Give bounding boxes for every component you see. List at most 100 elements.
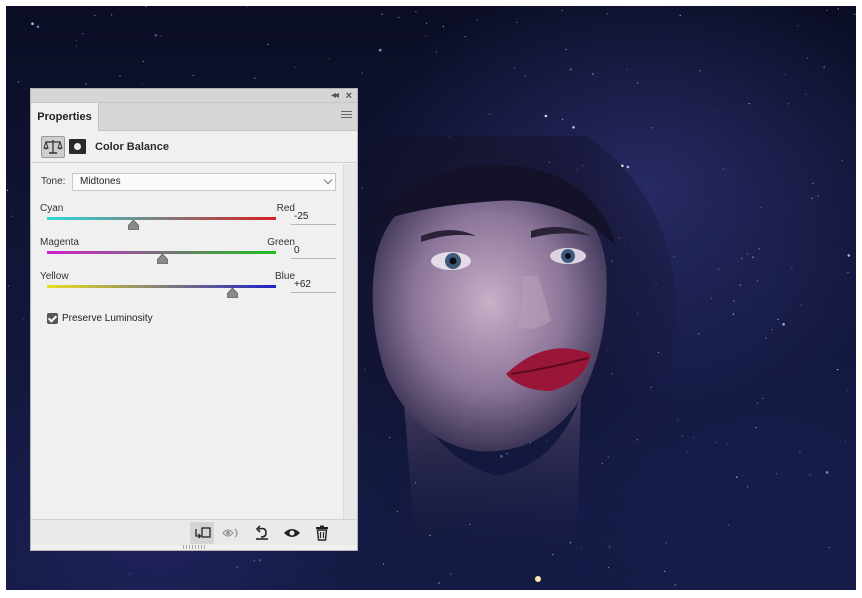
star bbox=[464, 36, 466, 38]
preserve-luminosity-checkbox[interactable] bbox=[47, 313, 58, 324]
slider-thumb[interactable] bbox=[127, 220, 139, 230]
balance-scale-icon[interactable] bbox=[41, 136, 65, 158]
star bbox=[192, 74, 194, 76]
star bbox=[755, 427, 757, 429]
star bbox=[800, 304, 803, 306]
toggle-visibility-icon[interactable] bbox=[280, 522, 304, 544]
star bbox=[847, 271, 849, 274]
star bbox=[699, 70, 701, 72]
star bbox=[844, 441, 847, 443]
star bbox=[775, 473, 778, 475]
slider-magenta-green: Magenta Green 0 bbox=[40, 237, 336, 269]
star bbox=[31, 22, 34, 26]
star bbox=[739, 284, 742, 286]
star bbox=[714, 111, 716, 113]
star bbox=[82, 33, 84, 35]
star bbox=[736, 476, 738, 478]
star bbox=[565, 48, 567, 51]
star bbox=[154, 33, 158, 37]
slider-cyan-red: Cyan Red -25 bbox=[40, 203, 336, 235]
star bbox=[267, 43, 269, 46]
slider-yellow-blue: Yellow Blue +62 bbox=[40, 271, 336, 303]
star bbox=[726, 444, 728, 446]
star bbox=[825, 471, 829, 474]
star bbox=[415, 10, 417, 13]
star bbox=[823, 66, 825, 68]
panel-tab-bar: Properties bbox=[31, 103, 357, 131]
star bbox=[513, 67, 516, 69]
star bbox=[398, 16, 400, 19]
slider-thumb[interactable] bbox=[156, 254, 168, 264]
star bbox=[748, 103, 750, 105]
star bbox=[756, 402, 758, 404]
star bbox=[606, 13, 608, 15]
star bbox=[160, 35, 162, 37]
slider-left-label: Cyan bbox=[40, 203, 64, 214]
star bbox=[837, 8, 839, 10]
panel-resize-grip[interactable] bbox=[183, 545, 205, 549]
slider-value-input[interactable]: -25 bbox=[291, 209, 336, 225]
star bbox=[111, 14, 113, 16]
adjustment-title: Color Balance bbox=[95, 141, 169, 153]
slider-track[interactable] bbox=[47, 217, 276, 220]
clip-to-layer-icon[interactable] bbox=[190, 522, 214, 544]
star bbox=[637, 82, 639, 84]
slider-left-label: Magenta bbox=[40, 237, 79, 248]
hamburger-menu-icon[interactable] bbox=[341, 111, 352, 121]
tab-properties[interactable]: Properties bbox=[31, 103, 99, 131]
reset-icon[interactable] bbox=[250, 522, 274, 544]
star bbox=[758, 248, 760, 250]
star bbox=[788, 103, 790, 105]
star bbox=[741, 258, 743, 260]
star bbox=[36, 25, 40, 29]
star bbox=[426, 22, 428, 24]
star bbox=[722, 168, 725, 170]
star bbox=[378, 48, 382, 52]
star bbox=[489, 113, 491, 115]
star bbox=[718, 268, 720, 270]
star bbox=[711, 297, 713, 299]
slider-left-label: Yellow bbox=[40, 271, 69, 282]
star bbox=[782, 323, 785, 326]
slider-track[interactable] bbox=[47, 285, 276, 288]
tone-row: Tone: Midtones bbox=[41, 173, 336, 191]
star bbox=[732, 313, 735, 315]
star bbox=[811, 197, 813, 199]
star bbox=[826, 9, 828, 12]
star bbox=[94, 14, 96, 16]
star bbox=[651, 127, 653, 129]
close-icon[interactable]: × bbox=[346, 90, 352, 102]
layer-mask-icon[interactable] bbox=[69, 139, 86, 154]
star bbox=[23, 319, 25, 321]
star bbox=[516, 21, 518, 23]
star bbox=[85, 83, 87, 85]
star bbox=[438, 582, 440, 584]
slider-thumb[interactable] bbox=[227, 288, 239, 298]
panel-scrollbar[interactable] bbox=[343, 164, 357, 519]
slider-value-input[interactable]: +62 bbox=[291, 277, 336, 293]
preserve-luminosity-label[interactable]: Preserve Luminosity bbox=[62, 313, 153, 324]
star bbox=[608, 567, 610, 569]
star bbox=[7, 189, 9, 191]
double-chevron-left-icon[interactable]: ◂◂ bbox=[331, 90, 339, 102]
star bbox=[809, 474, 811, 476]
star bbox=[569, 68, 572, 71]
star bbox=[17, 81, 19, 83]
slider-value-input[interactable]: 0 bbox=[291, 243, 336, 259]
star bbox=[837, 369, 839, 371]
view-previous-state-icon[interactable] bbox=[220, 522, 244, 544]
star bbox=[435, 51, 437, 53]
star bbox=[592, 73, 594, 75]
tone-dropdown[interactable]: Midtones bbox=[72, 173, 336, 191]
star bbox=[75, 45, 77, 47]
star bbox=[799, 451, 801, 453]
star bbox=[442, 25, 444, 28]
star bbox=[693, 437, 695, 439]
panel-title-bar[interactable]: ◂◂ × bbox=[31, 89, 357, 103]
star bbox=[381, 13, 383, 15]
delete-icon[interactable] bbox=[310, 522, 334, 544]
star bbox=[760, 206, 762, 208]
star bbox=[847, 390, 849, 392]
star bbox=[679, 14, 681, 16]
star bbox=[294, 66, 296, 68]
